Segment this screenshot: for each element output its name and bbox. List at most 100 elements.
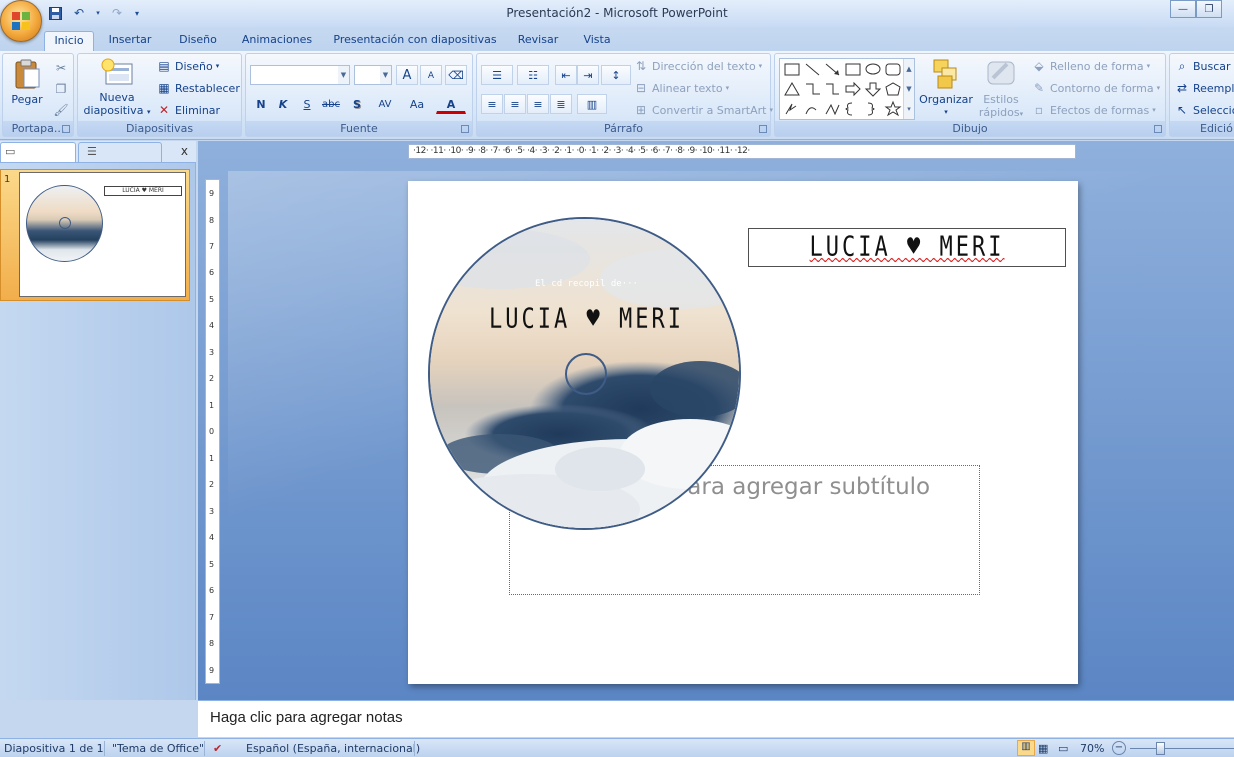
close-pane-icon[interactable]: x (181, 144, 188, 158)
tab-presentacion[interactable]: Presentación con diapositivas (330, 31, 500, 51)
office-button[interactable] (0, 0, 42, 42)
reset-button[interactable]: ▦ Restablecer (156, 78, 240, 98)
slideshow-view-icon[interactable]: ▭ (1058, 742, 1068, 755)
new-slide-button[interactable]: Nueva diapositiva ▾ (82, 58, 152, 119)
chevron-down-icon: ▾ (944, 108, 948, 116)
tab-slides[interactable]: ▭ (0, 142, 76, 162)
zoom-slider-track[interactable] (1130, 748, 1234, 749)
strikethrough-button[interactable]: abc (320, 94, 342, 114)
tab-vista[interactable]: Vista (576, 31, 618, 51)
svg-text:7: 7 (209, 613, 214, 622)
justify-icon[interactable]: ≣ (550, 94, 572, 114)
layout-label: Diseño (175, 59, 213, 73)
slide-count-status: Diapositiva 1 de 1 (4, 742, 104, 755)
tab-diseno[interactable]: Diseño (172, 31, 224, 51)
new-slide-label-2: diapositiva (83, 104, 144, 117)
chevron-down-icon: ▾ (1156, 84, 1161, 92)
clipboard-launcher-icon[interactable] (62, 125, 70, 133)
chevron-down-icon: ▾ (758, 62, 763, 70)
cut-icon[interactable]: ✂ (53, 58, 69, 78)
shapes-gallery[interactable]: ▲ ▼ ▾ (779, 58, 915, 120)
title-textbox[interactable]: LUCIA ♥ MERI (748, 228, 1066, 267)
decrease-indent-icon[interactable]: ⇤ (555, 65, 577, 85)
change-case-button[interactable]: Aa (402, 94, 432, 114)
svg-text:5: 5 (209, 560, 214, 569)
slide-thumbnail[interactable]: LUCIA ♥ MERI (19, 172, 186, 297)
select-button[interactable]: ↖ Selecció (1174, 100, 1234, 120)
clear-format-icon[interactable]: ⌫ (445, 65, 467, 85)
new-slide-icon (101, 58, 133, 85)
quick-styles-button[interactable]: Estilos rápidos▾ (975, 56, 1027, 121)
align-right-icon[interactable]: ≡ (527, 94, 549, 114)
chevron-down-icon: ▾ (725, 84, 730, 92)
restore-button[interactable]: ❐ (1196, 0, 1222, 18)
copy-icon[interactable]: ❐ (53, 79, 69, 99)
shape-fill-button[interactable]: ⬙ Relleno de forma ▾ (1031, 56, 1150, 76)
normal-view-icon[interactable]: ▥ (1017, 740, 1035, 756)
replace-button[interactable]: ⇄ Reempl (1174, 78, 1234, 98)
tab-insertar[interactable]: Insertar (102, 31, 158, 51)
gallery-scroll-icon[interactable]: ▲ ▼ ▾ (903, 59, 914, 119)
paste-button[interactable]: Pegar (7, 58, 47, 106)
slide-thumbnail-selected[interactable]: 1 LUCIA ♥ MERI (0, 169, 190, 301)
spellcheck-icon[interactable]: ✔ (213, 742, 222, 755)
columns-icon[interactable]: ▥ (577, 94, 607, 114)
font-color-button[interactable]: A (436, 94, 466, 114)
theme-status[interactable]: "Tema de Office" (112, 742, 204, 755)
zoom-out-icon[interactable]: − (1112, 741, 1126, 755)
zoom-slider-thumb[interactable] (1156, 742, 1165, 755)
shadow-button[interactable]: S (346, 94, 368, 114)
arrange-button[interactable]: Organizar ▾ (917, 56, 975, 119)
line-spacing-icon[interactable]: ↕ (601, 65, 631, 85)
delete-slide-button[interactable]: ✕ Eliminar (156, 100, 220, 120)
align-left-icon[interactable]: ≡ (481, 94, 503, 114)
minimize-button[interactable]: — (1170, 0, 1196, 18)
slide-sorter-icon[interactable]: ▦ (1038, 742, 1048, 755)
status-bar: Diapositiva 1 de 1 "Tema de Office" ✔ Es… (0, 738, 1234, 757)
cd-label-image[interactable]: El cd recopil de··· LUCIA ♥ MERI (428, 217, 741, 530)
shape-effects-button[interactable]: ▫ Efectos de formas ▾ (1031, 100, 1156, 120)
svg-text:0: 0 (209, 427, 214, 436)
layout-button[interactable]: ▤ Diseño ▾ (156, 56, 219, 76)
bullets-icon[interactable]: ☰ (481, 65, 513, 85)
increase-indent-icon[interactable]: ⇥ (577, 65, 599, 85)
paragraph-launcher-icon[interactable] (759, 125, 767, 133)
align-center-icon[interactable]: ≡ (504, 94, 526, 114)
slide-canvas[interactable]: Haga clic para agregar subtítulo LUCIA ♥… (408, 181, 1078, 684)
font-size-combo[interactable]: ▼ (354, 65, 392, 85)
tab-revisar[interactable]: Revisar (510, 31, 566, 51)
tab-animaciones[interactable]: Animaciones (236, 31, 318, 51)
vertical-ruler[interactable]: 9 8 7 6 5 4 3 2 1 0 1 2 3 4 5 6 7 8 9 (205, 179, 220, 684)
find-button[interactable]: ⌕ Buscar (1174, 56, 1231, 76)
zoom-level[interactable]: 70% (1080, 742, 1104, 755)
drawing-launcher-icon[interactable] (1154, 125, 1162, 133)
format-painter-icon[interactable]: 🖌 (53, 100, 69, 120)
svg-text:6: 6 (209, 268, 214, 277)
tab-outline[interactable]: ☰ (78, 142, 162, 162)
align-text-button[interactable]: ⊟ Alinear texto ▾ (633, 78, 729, 98)
chevron-down-icon: ▾ (1146, 62, 1151, 70)
underline-button[interactable]: S (296, 94, 318, 114)
window-title: Presentación2 - Microsoft PowerPoint (506, 6, 728, 20)
shrink-font-button[interactable]: A (420, 65, 442, 85)
numbering-icon[interactable]: ☷ (517, 65, 549, 85)
notes-placeholder: Haga clic para agregar notas (210, 709, 403, 726)
svg-text:1: 1 (209, 401, 214, 410)
italic-button[interactable]: K (272, 94, 294, 114)
char-spacing-button[interactable]: AV (370, 94, 400, 114)
convert-smartart-button[interactable]: ⊞ Convertir a SmartArt ▾ (633, 100, 773, 120)
language-status[interactable]: Español (España, internacional) (246, 742, 420, 755)
shape-outline-button[interactable]: ✎ Contorno de forma ▾ (1031, 78, 1160, 98)
thumb-cd-image (26, 185, 103, 262)
bold-button[interactable]: N (250, 94, 272, 114)
shape-outline-label: Contorno de forma (1050, 81, 1154, 95)
notes-pane[interactable]: Haga clic para agregar notas (198, 700, 1234, 737)
font-launcher-icon[interactable] (461, 125, 469, 133)
smartart-icon: ⊞ (635, 103, 647, 117)
grow-font-button[interactable]: A (396, 65, 418, 85)
svg-text:8: 8 (209, 216, 214, 225)
tab-inicio[interactable]: Inicio (44, 31, 94, 51)
horizontal-ruler[interactable]: ·12· ·11· ·10· ·9· ·8· ·7· ·6· ·5· ·4· ·… (408, 144, 1076, 159)
font-name-combo[interactable]: ▼ (250, 65, 350, 85)
text-direction-button[interactable]: ⇅ Dirección del texto ▾ (633, 56, 762, 76)
